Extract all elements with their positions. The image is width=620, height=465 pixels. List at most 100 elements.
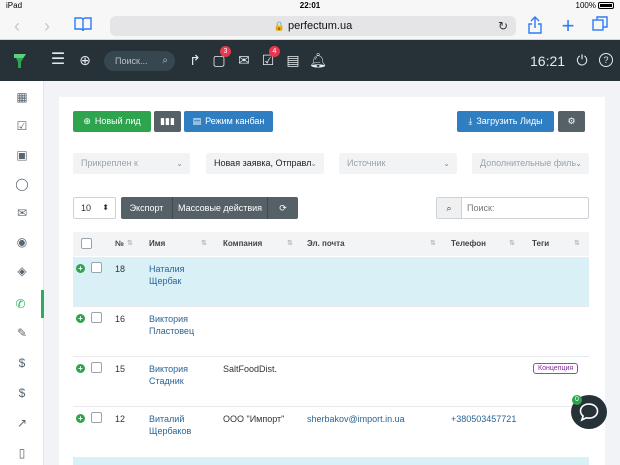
expand-icon[interactable]: + (76, 264, 85, 273)
refresh-icon[interactable]: ⟳ (268, 197, 298, 219)
col-number-label: № (115, 239, 124, 248)
chevron-down-icon: ⌄ (443, 159, 450, 168)
table-row[interactable]: + 18 Наталия Щербак (73, 257, 589, 307)
col-number[interactable]: № ⇅ (115, 232, 133, 256)
menu-icon[interactable]: ☰ (48, 50, 68, 70)
export-button[interactable]: Экспорт (121, 197, 173, 219)
row-checkbox[interactable] (91, 362, 102, 373)
row-name-last: Щербаков (149, 426, 192, 436)
back-icon[interactable]: ‹ (6, 16, 28, 36)
power-icon[interactable]: ⏻ (572, 50, 592, 70)
bell-icon[interactable]: 🔔︎ (308, 50, 328, 70)
chat-icon[interactable]: ◯ (0, 170, 44, 198)
kanban-button[interactable]: ▤ Режим канбан (184, 111, 273, 132)
row-name-last: Пластовец (149, 326, 195, 336)
perfectum-logo[interactable] (12, 52, 28, 70)
chevron-down-icon: ⌄ (176, 159, 183, 168)
global-search[interactable]: Поиск... ⌕ (104, 51, 175, 71)
search-icon: ⌕ (162, 55, 168, 66)
tabs-icon[interactable] (589, 16, 611, 36)
share-arrow-icon[interactable]: ↱ (185, 50, 205, 70)
col-tags[interactable]: Теги ⇅ (532, 232, 580, 256)
calendar-icon[interactable]: ▣ (0, 141, 44, 169)
reload-icon[interactable]: ↻ (498, 16, 508, 36)
add-circle-icon[interactable]: ⊕ (75, 50, 95, 70)
updown-icon: ⬍ (102, 203, 109, 212)
table-row[interactable]: + 15 Виктория Стадник SaltFoodDist. Конце… (73, 357, 589, 407)
sidebar: ▦ ☑ ▣ ◯ ✉ ◉ ◈ ✆ ✎ $ $ ↗ ▯ (0, 81, 44, 465)
row-checkbox[interactable] (91, 262, 102, 273)
col-name[interactable]: Имя ⇅ (149, 232, 207, 256)
expand-icon[interactable]: + (76, 364, 85, 373)
row-phone[interactable]: +380503457721 (451, 413, 516, 425)
search-icon[interactable]: ⌕ (437, 198, 462, 218)
share-icon[interactable] (524, 16, 546, 36)
row-name[interactable]: Виктория Пластовец (149, 313, 194, 337)
document-icon[interactable]: ▤ (283, 50, 303, 70)
col-email-label: Эл. почта (307, 239, 345, 248)
table-row[interactable]: + 12 Виталий Щербаков ООО "Импорт" sherba… (73, 407, 589, 457)
row-name-first: Виталий (149, 414, 185, 424)
dollar-icon[interactable]: $ (0, 349, 44, 377)
trending-icon[interactable]: ↗ (0, 409, 44, 437)
dashboard-icon[interactable]: ▦ (0, 83, 44, 111)
address-bar[interactable]: 🔒 perfectum.ua ↻ (110, 16, 516, 36)
sort-icon: ⇅ (574, 240, 580, 247)
row-name[interactable]: Наталия Щербак (149, 263, 185, 287)
clock: 16:21 (530, 53, 566, 69)
forward-icon[interactable]: › (36, 16, 58, 36)
browser-toolbar: ‹ › 🔒 perfectum.ua ↻ + (0, 12, 620, 40)
layers-icon[interactable]: ◈ (0, 257, 44, 285)
row-name[interactable]: Виталий Щербаков (149, 413, 191, 437)
col-tags-label: Теги (532, 239, 550, 248)
expand-icon[interactable]: + (76, 314, 85, 323)
row-checkbox[interactable] (91, 312, 102, 323)
tasks-icon[interactable]: ▢ 3 (209, 46, 231, 70)
help-icon[interactable]: ? (596, 50, 616, 70)
row-number: 18 (115, 264, 126, 274)
phone-leads-icon[interactable]: ✆ (0, 290, 44, 318)
stats-button[interactable]: ▮▮▮ (154, 111, 181, 132)
table-row[interactable]: + 16 Виктория Пластовец (73, 307, 589, 357)
pencil-icon[interactable]: ✎ (0, 319, 44, 347)
filter-assigned[interactable]: Прикреплен к ⌄ (73, 153, 190, 174)
col-phone-label: Телефон (451, 239, 486, 248)
tag-badge[interactable]: Концепция (533, 363, 579, 374)
table-row-partial (73, 457, 589, 465)
filter-extra[interactable]: Дополнительные филь ⌄ (472, 153, 589, 174)
upload-leads-button[interactable]: ⤓ Загрузить Лиды (457, 111, 554, 132)
select-all-checkbox[interactable] (81, 238, 92, 249)
checklist-icon[interactable]: ☑ 4 (258, 46, 280, 70)
row-number: 15 (115, 364, 126, 374)
expand-icon[interactable]: + (76, 414, 85, 423)
gear-icon: ⚙ (567, 116, 576, 126)
table-search-input[interactable] (467, 201, 582, 215)
filter-status[interactable]: Новая заявка, Отправл ⌄ (206, 153, 324, 174)
file-icon[interactable]: ▯ (0, 439, 44, 465)
tasks-check-icon[interactable]: ☑ (0, 112, 44, 140)
bookmarks-icon[interactable] (72, 16, 94, 36)
mail-sidebar-icon[interactable]: ✉ (0, 199, 44, 227)
col-company[interactable]: Компания ⇅ (223, 232, 293, 256)
row-name-first: Виктория (149, 314, 189, 324)
new-lead-button[interactable]: ⊕ Новый лид (73, 111, 151, 132)
bulk-actions-button[interactable]: Массовые действия (173, 197, 268, 219)
new-tab-icon[interactable]: + (557, 15, 579, 37)
kanban-label: Режим канбан (205, 116, 265, 126)
row-email[interactable]: sherbakov@import.in.ua (307, 413, 405, 425)
status-time: 22:01 (299, 1, 321, 10)
chevron-down-icon: ⌄ (310, 159, 317, 168)
row-name[interactable]: Виктория Стадник (149, 363, 188, 387)
col-email[interactable]: Эл. почта ⇅ (307, 232, 436, 256)
settings-button[interactable]: ⚙ (558, 111, 585, 132)
col-phone[interactable]: Телефон ⇅ (451, 232, 515, 256)
mail-icon[interactable]: ✉ (234, 50, 254, 70)
upload-icon: ⤓ (468, 116, 473, 126)
dollar-alt-icon[interactable]: $ (0, 379, 44, 407)
filter-source[interactable]: Источник ⌄ (339, 153, 457, 174)
battery-percent: 100% (575, 1, 596, 10)
page-size-select[interactable]: 10 ⬍ (73, 197, 116, 219)
check-circle-icon[interactable]: ◉ (0, 228, 44, 256)
row-checkbox[interactable] (91, 412, 102, 423)
global-search-placeholder: Поиск... (115, 56, 148, 66)
